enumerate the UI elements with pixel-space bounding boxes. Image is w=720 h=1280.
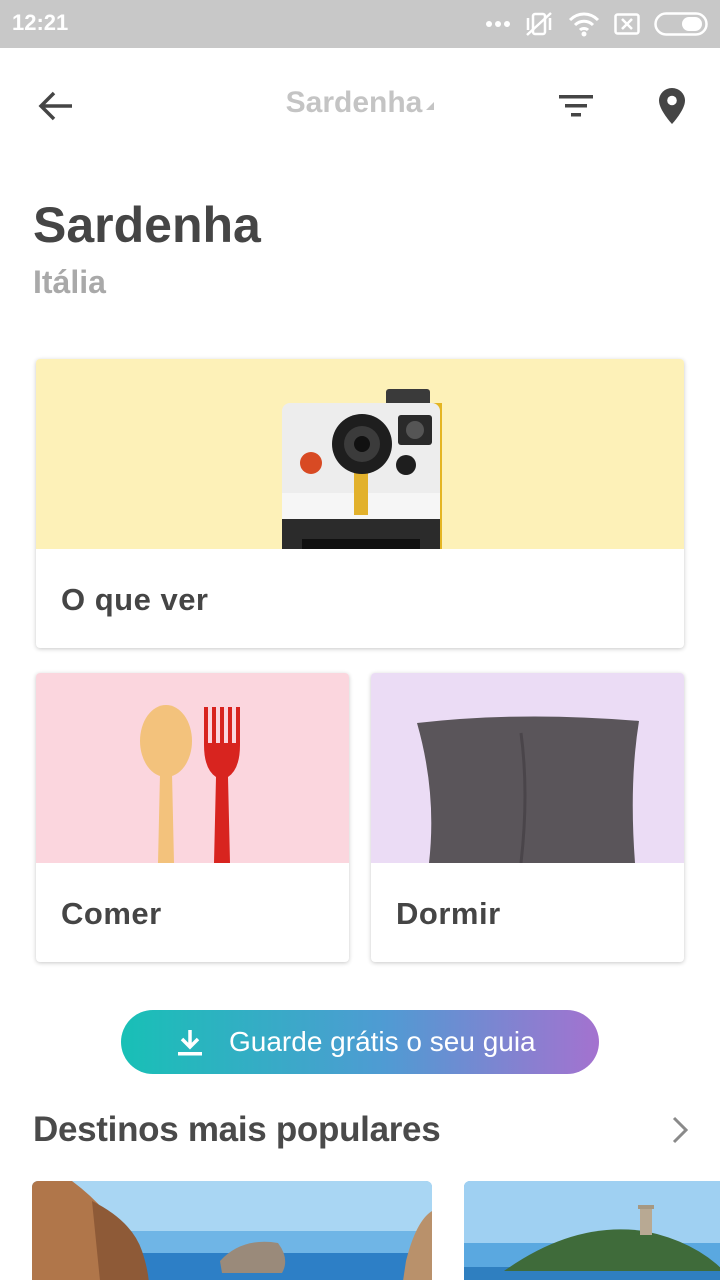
- card-sleep[interactable]: Dormir: [371, 673, 684, 962]
- status-time: 12:21: [12, 10, 69, 35]
- app-bar-title: Sardenha: [285, 86, 423, 119]
- sim-none-icon: [614, 13, 640, 35]
- destination-card-1[interactable]: [32, 1181, 432, 1280]
- card-eat[interactable]: Comer: [36, 673, 349, 962]
- card-eat-label: Comer: [61, 896, 162, 931]
- more-dots-icon: [486, 21, 510, 27]
- save-guide-button[interactable]: Guarde grátis o seu guia: [121, 1010, 599, 1074]
- polaroid-camera-icon: [282, 389, 442, 549]
- save-guide-label: Guarde grátis o seu guia: [229, 1026, 536, 1057]
- caret-down-icon: [426, 102, 435, 110]
- wifi-icon: [568, 12, 600, 37]
- battery-icon: [654, 12, 708, 36]
- status-icons: [486, 8, 708, 40]
- map-pin-icon: [659, 88, 685, 124]
- popular-destinations-more-button[interactable]: [660, 1108, 700, 1152]
- destination-card-2[interactable]: [464, 1181, 720, 1280]
- page-title: Sardenha: [33, 197, 261, 253]
- download-icon: [178, 1030, 202, 1056]
- map-button[interactable]: [644, 78, 700, 134]
- chevron-right-icon: [672, 1116, 688, 1144]
- popular-destinations-title: Destinos mais populares: [33, 1110, 441, 1149]
- filter-icon: [559, 95, 593, 117]
- pillow-icon: [417, 716, 639, 863]
- filter-button[interactable]: [548, 78, 604, 134]
- card-what-to-see[interactable]: O que ver: [36, 359, 684, 648]
- spoon-fork-icon: [140, 705, 240, 863]
- card-eat-image: [36, 673, 349, 863]
- card-what-to-see-image: [36, 359, 684, 549]
- vibrate-off-icon: [526, 12, 552, 36]
- card-sleep-image: [371, 673, 684, 863]
- app-bar-title-dropdown[interactable]: Sardenha: [0, 86, 720, 120]
- card-what-to-see-label: O que ver: [61, 582, 209, 617]
- page-subtitle: Itália: [33, 264, 106, 300]
- card-sleep-label: Dormir: [396, 896, 501, 931]
- app-bar: Sardenha: [0, 48, 720, 160]
- island-tower-photo: [464, 1181, 720, 1280]
- coastal-cliffs-photo: [32, 1181, 432, 1280]
- status-bar: 12:21: [0, 0, 720, 48]
